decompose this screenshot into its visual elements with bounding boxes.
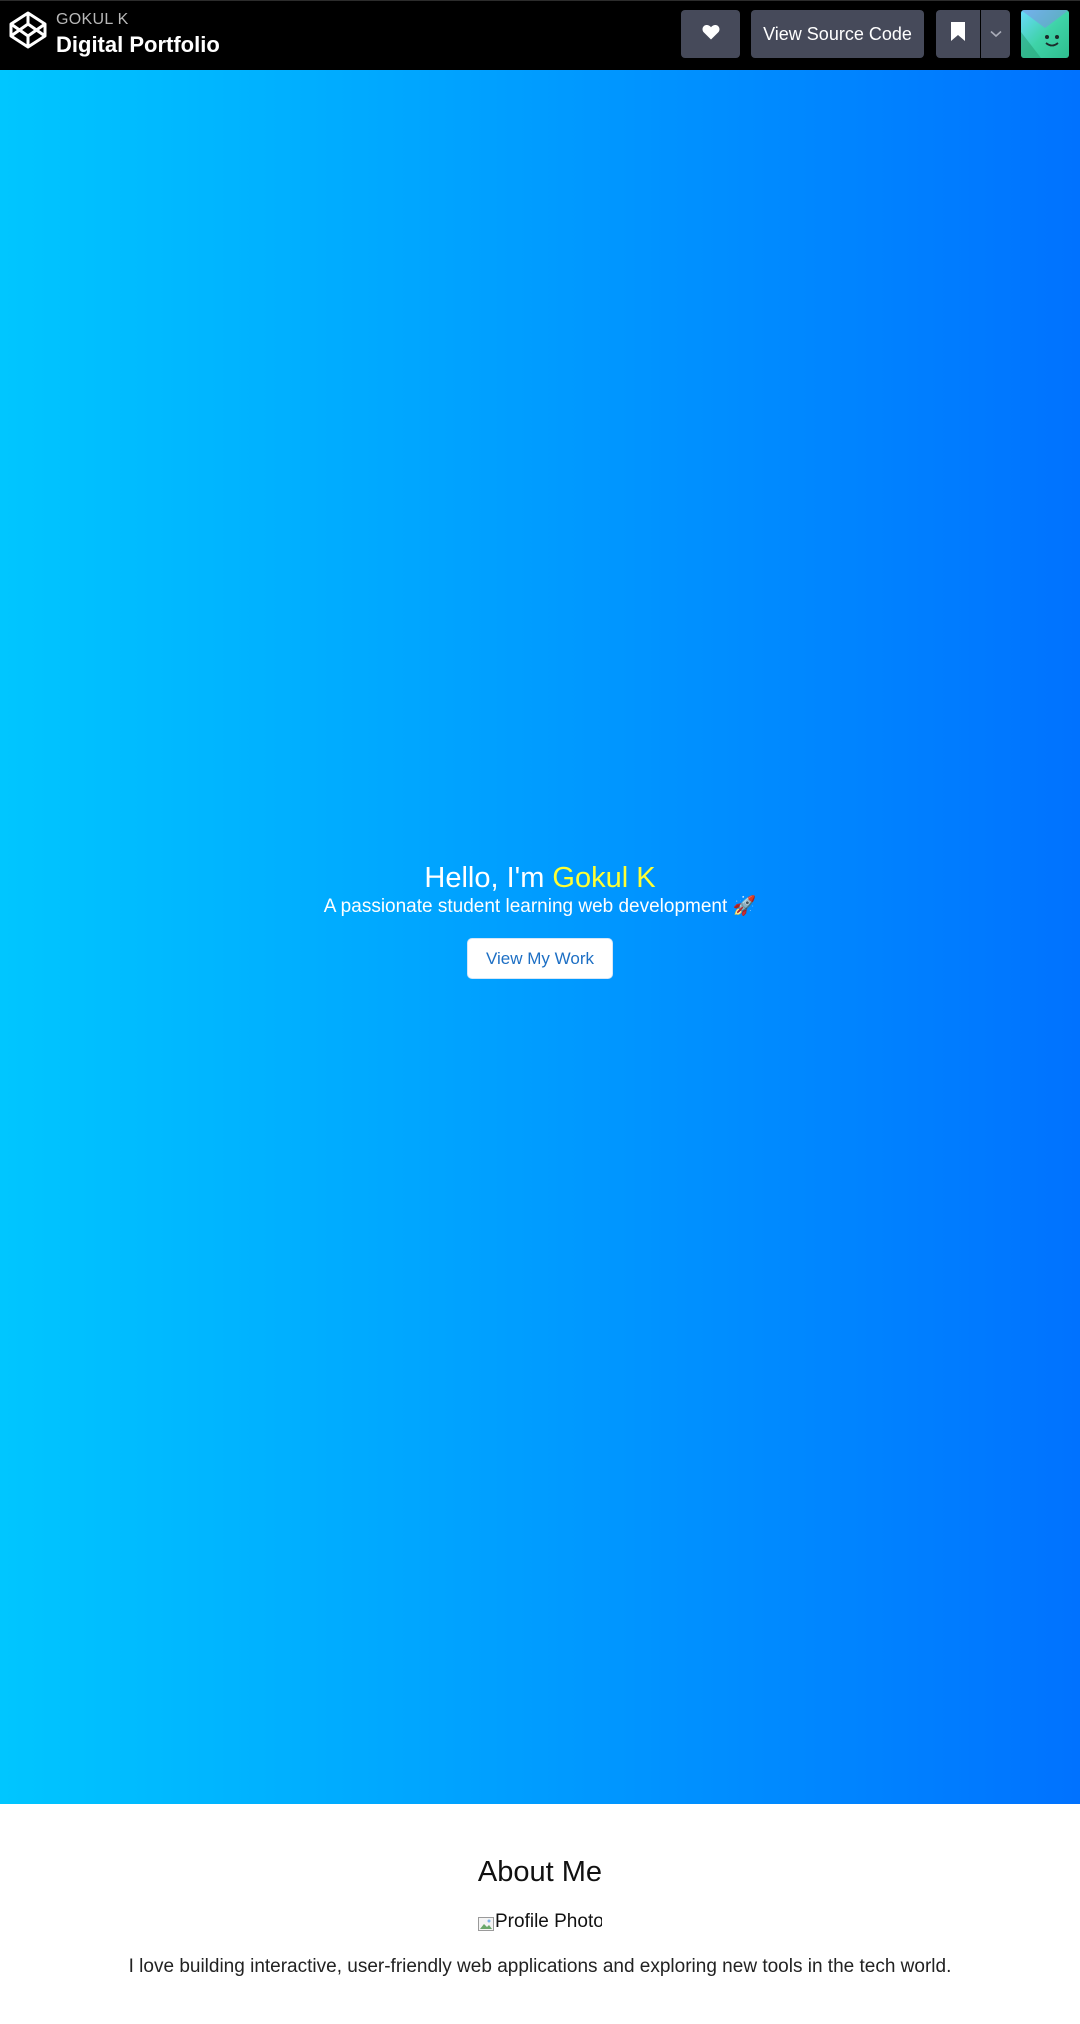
save-button[interactable] bbox=[936, 10, 980, 58]
hero-section: Hello, I'm Gokul K A passionate student … bbox=[0, 70, 1080, 1804]
hero-greeting: Hello, I'm bbox=[424, 862, 545, 894]
profile-photo: Profile Photo bbox=[478, 1912, 602, 1932]
user-avatar[interactable] bbox=[1021, 10, 1069, 58]
hero-subtitle: A passionate student learning web develo… bbox=[323, 896, 757, 917]
top-bar: GOKUL K Digital Portfolio View Source Co… bbox=[0, 0, 1080, 70]
bookmark-icon bbox=[951, 22, 965, 46]
view-my-work-button[interactable]: View My Work bbox=[467, 938, 613, 979]
view-source-button[interactable]: View Source Code bbox=[751, 10, 924, 58]
save-menu-button[interactable] bbox=[981, 10, 1010, 58]
hero-name: Gokul K bbox=[552, 862, 656, 894]
owner-name[interactable]: GOKUL K bbox=[56, 11, 129, 29]
like-button[interactable] bbox=[681, 10, 740, 58]
heart-icon bbox=[702, 24, 720, 45]
chevron-down-icon bbox=[989, 25, 1002, 43]
about-heading: About Me bbox=[477, 1856, 603, 1888]
pen-title: Digital Portfolio bbox=[56, 32, 220, 57]
hero-heading: Hello, I'm Gokul K bbox=[0, 862, 1080, 895]
broken-image-icon bbox=[478, 1915, 494, 1931]
about-text: I love building interactive, user-friend… bbox=[128, 1956, 952, 1977]
codepen-logo-icon[interactable] bbox=[8, 10, 48, 50]
profile-photo-alt: Profile Photo bbox=[495, 1912, 602, 1932]
